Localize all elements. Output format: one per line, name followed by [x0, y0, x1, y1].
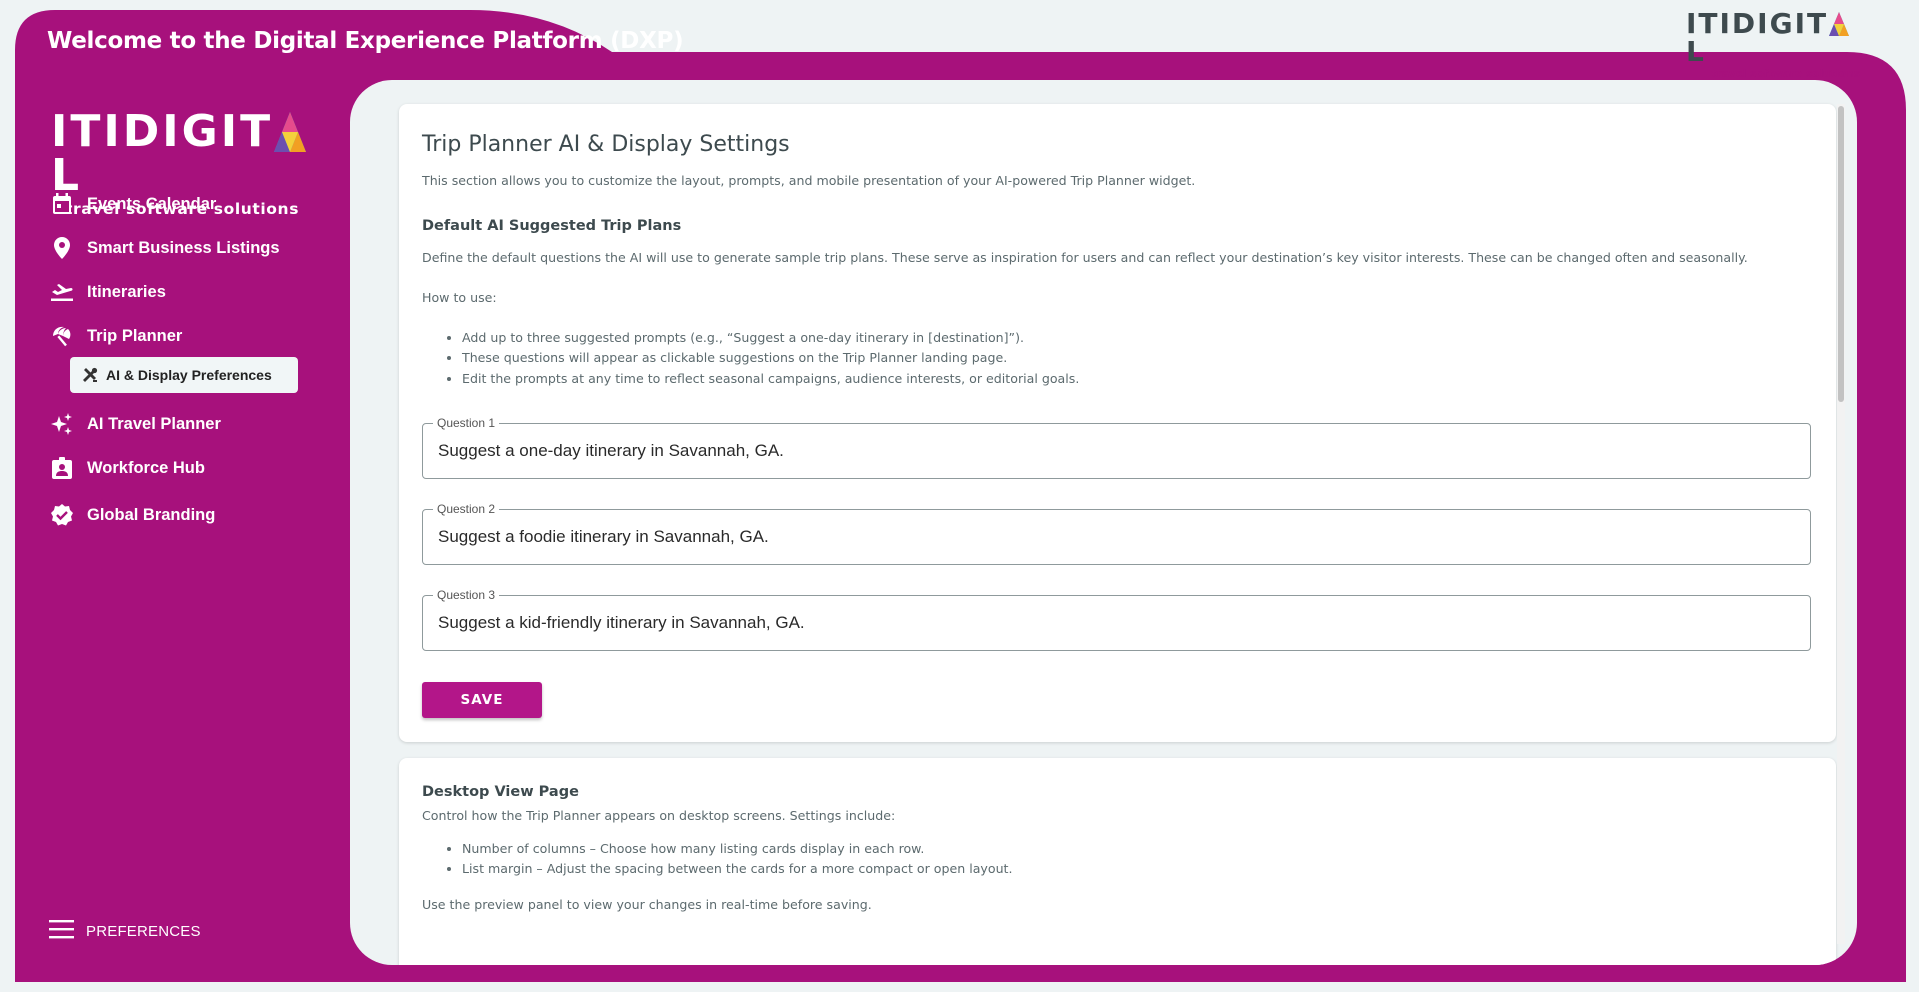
main-content: Trip Planner AI & Display Settings This … — [350, 80, 1857, 965]
sidebar-item-events-calendar[interactable]: Events Calendar — [50, 191, 216, 217]
section-description: Control how the Trip Planner appears on … — [422, 808, 896, 823]
beach-umbrella-icon — [50, 324, 74, 348]
question-3-field: Question 3 — [422, 588, 1811, 651]
list-item: Number of columns – Choose how many list… — [462, 839, 1013, 859]
app-title: Welcome to the Digital Experience Platfo… — [47, 28, 684, 54]
sidebar-item-label: Events Calendar — [87, 194, 217, 213]
preferences-button[interactable]: PREFERENCES — [49, 919, 201, 943]
top-logo: ITIDIGIT L travel software solutions — [1686, 7, 1866, 81]
sidebar-item-trip-planner[interactable]: Trip Planner — [50, 323, 182, 349]
section-description: Define the default questions the AI will… — [422, 250, 1748, 265]
intro-text: This section allows you to customize the… — [422, 173, 1196, 188]
logo-tagline: travel software solutions — [1711, 68, 1860, 80]
question-1-label: Question 1 — [433, 416, 500, 430]
preview-note: Use the preview panel to view your chang… — [422, 897, 872, 912]
badge-icon — [50, 456, 74, 480]
question-3-label: Question 3 — [433, 588, 500, 602]
sidebar-item-label: Workforce Hub — [87, 458, 205, 477]
tools-icon — [82, 367, 98, 383]
question-2-label: Question 2 — [433, 502, 500, 516]
sidebar-subitem-ai-display-preferences[interactable]: AI & Display Preferences — [70, 357, 298, 393]
sidebar-item-label: Itineraries — [87, 282, 166, 301]
question-2-input[interactable] — [438, 524, 1798, 550]
logo-triangle-icon — [1828, 11, 1850, 37]
desktop-view-card: Desktop View Page Control how the Trip P… — [399, 758, 1836, 965]
sidebar-item-global-branding[interactable]: Global Branding — [50, 502, 215, 528]
trip-planner-settings-card: Trip Planner AI & Display Settings This … — [399, 104, 1836, 742]
location-pin-icon — [50, 236, 74, 260]
sidebar-item-label: Trip Planner — [87, 326, 183, 345]
how-to-list: Add up to three suggested prompts (e.g.,… — [438, 328, 1079, 389]
save-button[interactable]: SAVE — [422, 682, 542, 718]
menu-icon — [49, 919, 74, 943]
sidebar-item-label: AI Travel Planner — [87, 414, 221, 433]
sidebar-item-label: Global Branding — [87, 505, 216, 524]
logo-triangle-icon — [273, 111, 307, 153]
question-1-field: Question 1 — [422, 416, 1811, 479]
verified-icon — [50, 503, 74, 527]
page-title: Trip Planner AI & Display Settings — [422, 132, 790, 157]
list-item: These questions will appear as clickable… — [462, 348, 1079, 368]
question-2-field: Question 2 — [422, 502, 1811, 565]
sidebar-item-itineraries[interactable]: Itineraries — [50, 279, 166, 305]
logo-text: ITIDIGIT — [51, 106, 274, 157]
sparkle-icon — [50, 412, 74, 436]
logo-text-end: L — [1686, 35, 1706, 68]
sidebar-item-workforce-hub[interactable]: Workforce Hub — [50, 455, 205, 481]
list-item: List margin – Adjust the spacing between… — [462, 859, 1013, 879]
logo-text: ITIDIGIT — [1686, 7, 1829, 40]
sidebar-item-smart-business-listings[interactable]: Smart Business Listings — [50, 235, 280, 261]
question-1-input[interactable] — [438, 438, 1798, 464]
desktop-settings-list: Number of columns – Choose how many list… — [438, 839, 1013, 880]
list-item: Edit the prompts at any time to reflect … — [462, 369, 1079, 389]
question-3-input[interactable] — [438, 610, 1798, 636]
plane-icon — [50, 280, 74, 304]
how-to-label: How to use: — [422, 290, 497, 305]
list-item: Add up to three suggested prompts (e.g.,… — [462, 328, 1079, 348]
scrollbar-thumb[interactable] — [1838, 106, 1844, 402]
sidebar-item-label: Smart Business Listings — [87, 238, 280, 257]
section-title: Default AI Suggested Trip Plans — [422, 218, 682, 234]
preferences-label: PREFERENCES — [86, 922, 201, 940]
sidebar-item-ai-travel-planner[interactable]: AI Travel Planner — [50, 411, 221, 437]
section-title: Desktop View Page — [422, 784, 579, 800]
sidebar-subitem-label: AI & Display Preferences — [106, 367, 272, 383]
calendar-icon — [50, 192, 74, 216]
